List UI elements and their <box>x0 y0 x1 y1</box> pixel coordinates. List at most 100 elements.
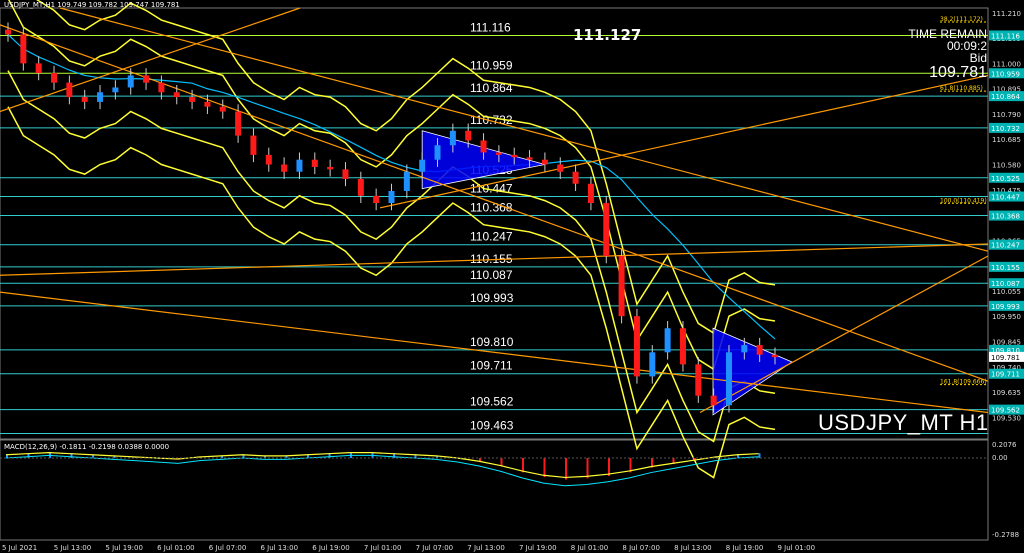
candle-down <box>679 328 686 365</box>
time-axis-tick: 7 Jul 01:00 <box>364 544 402 552</box>
macd-axis-tick: 0.00 <box>992 454 1008 462</box>
level-axis-tag-text: 109.711 <box>991 371 1020 379</box>
candle-up <box>449 130 456 146</box>
level-axis-tag-text: 111.116 <box>991 32 1020 40</box>
macd-axis-tick: -0.2788 <box>992 531 1019 539</box>
time-axis-tick: 7 Jul 13:00 <box>467 544 505 552</box>
level-label: 111.116 <box>470 20 511 34</box>
price-axis-tick: 110.580 <box>992 162 1021 170</box>
macd-header: MACD(12,26,9) -0.1811 -0.2198 0.0388 0.0… <box>4 443 170 451</box>
level-axis-tag-text: 110.959 <box>991 70 1020 78</box>
fibo-label: 38.2(111.172) <box>940 16 983 23</box>
candle-down <box>311 159 318 167</box>
candle-down <box>572 171 579 184</box>
time-axis-tick: 5 Jul 2021 <box>2 544 37 552</box>
price-axis-tick: 109.635 <box>992 389 1021 397</box>
macd-bar <box>758 453 761 458</box>
candle-down <box>756 345 763 355</box>
candle-down <box>557 164 564 172</box>
macd-bar <box>608 458 610 476</box>
candle-down <box>173 92 180 98</box>
level-axis-tag-text: 110.447 <box>991 194 1020 202</box>
time-axis-tick: 9 Jul 01:00 <box>778 544 816 552</box>
macd-bar <box>586 458 589 479</box>
bid-axis-tag-text: 109.781 <box>991 354 1020 362</box>
candle-down <box>66 82 73 98</box>
bid-label: Bid <box>969 51 987 65</box>
time-axis-tick: 6 Jul 01:00 <box>157 544 195 552</box>
candle-up <box>388 190 395 204</box>
candle-down <box>81 97 88 102</box>
candle-up <box>97 92 104 102</box>
bid-value: 109.781 <box>929 64 987 81</box>
candle-up <box>419 159 426 172</box>
level-label: 109.562 <box>470 395 514 409</box>
candle-down <box>587 183 594 204</box>
price-chart[interactable]: 111.116 110.959 110.864 110.732 110.525 110.4… <box>0 0 1024 553</box>
candle-down <box>603 203 610 257</box>
level-label: 110.247 <box>470 230 513 244</box>
candle-up <box>664 328 671 353</box>
candle-down <box>772 354 778 358</box>
candle-down <box>633 316 640 377</box>
time-axis-tick: 7 Jul 19:00 <box>519 544 557 552</box>
candle-up <box>649 352 656 377</box>
level-axis-tag-text: 110.155 <box>991 264 1020 272</box>
candle-down <box>618 256 625 317</box>
candle-down <box>143 75 150 83</box>
time-axis-tick: 8 Jul 19:00 <box>726 544 764 552</box>
time-axis-tick: 5 Jul 13:00 <box>54 544 92 552</box>
time-axis-tick: 6 Jul 19:00 <box>312 544 350 552</box>
level-label: 109.711 <box>470 359 513 373</box>
candle-down <box>265 154 272 165</box>
candle-down <box>20 34 27 64</box>
symbol-header: USDJPY_MT,H1 109.749 109.782 109.747 109… <box>4 1 180 9</box>
candle-down <box>695 364 702 396</box>
candle-down <box>495 152 502 155</box>
time-axis-tick: 6 Jul 13:00 <box>261 544 299 552</box>
level-axis-tag-text: 110.368 <box>991 213 1020 221</box>
level-label: 109.993 <box>470 291 514 305</box>
candle-down <box>5 29 11 35</box>
candle-down <box>51 73 58 83</box>
level-axis-tag-text: 110.525 <box>991 175 1020 183</box>
price-axis-tick: 109.530 <box>992 414 1021 422</box>
level-label: 109.463 <box>470 418 514 432</box>
candle-down <box>250 135 257 155</box>
current-price-label: 111.127 <box>573 26 642 44</box>
level-axis-tag-text: 109.562 <box>991 407 1020 415</box>
level-axis-tag-text: 110.087 <box>991 280 1020 288</box>
macd-bar <box>522 458 524 473</box>
candle-down <box>158 82 165 93</box>
candle-down <box>204 101 211 107</box>
macd-bar <box>543 458 546 478</box>
candle-down <box>189 97 196 102</box>
candle-down <box>511 154 518 158</box>
time-axis-tick: 8 Jul 01:00 <box>571 544 609 552</box>
candle-down <box>342 169 349 179</box>
price-axis-tick: 110.685 <box>992 136 1021 144</box>
candle-down <box>357 178 364 196</box>
candle-down <box>480 140 487 153</box>
time-axis-tick: 5 Jul 19:00 <box>105 544 143 552</box>
candle-up <box>403 171 410 191</box>
level-label: 109.810 <box>470 335 514 349</box>
candle-up <box>112 87 119 93</box>
candle-up <box>296 159 303 172</box>
price-axis-tick: 111.000 <box>992 60 1021 68</box>
time-axis-tick: 7 Jul 07:00 <box>416 544 454 552</box>
time-axis-tick: 8 Jul 13:00 <box>674 544 712 552</box>
candle-down <box>541 159 548 165</box>
price-axis-tick: 111.210 <box>992 10 1021 18</box>
candle-up <box>725 352 732 406</box>
symbol-watermark: USDJPY_MT H1 <box>818 410 989 435</box>
price-axis-tick: 110.055 <box>992 288 1021 296</box>
candle-up <box>434 145 441 160</box>
candle-down <box>327 166 334 170</box>
level-axis-tag-text: 109.993 <box>991 303 1020 311</box>
macd-bar <box>565 458 567 480</box>
fibo-label: 161.8(109.666) <box>940 379 987 386</box>
level-axis-tag-text: 110.864 <box>991 93 1020 101</box>
candle-down <box>235 111 242 136</box>
macd-axis-tick: 0.2076 <box>992 441 1017 449</box>
